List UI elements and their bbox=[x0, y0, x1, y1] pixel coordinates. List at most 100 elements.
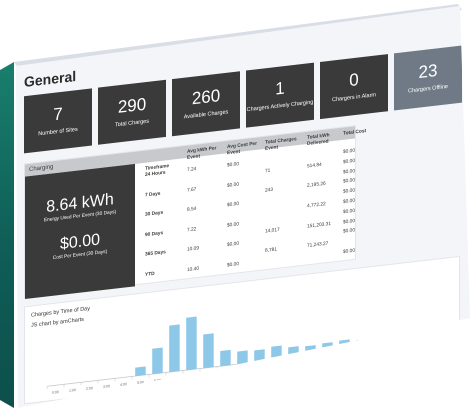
table-cell-cost: $0.00 bbox=[343, 228, 356, 236]
chart-bar[interactable] bbox=[135, 366, 146, 377]
chart-bar[interactable] bbox=[237, 350, 248, 365]
x-tick-label: 13:00 bbox=[272, 364, 281, 369]
x-tick-label: 4:00 bbox=[120, 382, 127, 387]
table-cell-cost: $0.00 bbox=[343, 208, 356, 216]
table-cell-cost: $0.00 bbox=[343, 148, 356, 156]
tile-chargers-actively-charging[interactable]: 1 Chargers Actively Charging bbox=[246, 62, 314, 128]
x-tick-label: 18:00 bbox=[357, 355, 366, 360]
table-cell-avg-kwh: 8.54 bbox=[187, 207, 197, 214]
chart-bar[interactable] bbox=[288, 346, 299, 359]
table-cell-avg-cost: $0.00 bbox=[227, 202, 240, 209]
tile-total-charges[interactable]: 290 Total Charges bbox=[98, 79, 166, 145]
x-tick-label: 9:00 bbox=[205, 372, 212, 377]
table-cell-timeframe: 90 Days bbox=[145, 230, 164, 239]
chart-bar[interactable] bbox=[441, 334, 452, 341]
chart-bar[interactable] bbox=[254, 349, 265, 363]
table-cell-cost: $0.00 bbox=[343, 168, 356, 176]
table-column-header: Avg kWh Per Event bbox=[187, 146, 217, 161]
x-tick-label: 3:00 bbox=[103, 384, 110, 389]
chart-bar[interactable] bbox=[373, 338, 384, 349]
x-tick-label: 16:00 bbox=[323, 358, 332, 363]
chart-bar[interactable] bbox=[339, 339, 350, 353]
table-cell-charges: 243 bbox=[265, 188, 274, 195]
table-cell-avg-kwh: 7.67 bbox=[187, 187, 197, 194]
table-cell-cost: $0.00 bbox=[343, 218, 356, 226]
table-column-header: Total Cost bbox=[343, 129, 367, 137]
table-cell-cost: $0.00 bbox=[343, 198, 356, 206]
tile-value: 0 bbox=[349, 69, 359, 91]
table-cell-kwh: 71,243.27 bbox=[307, 241, 329, 250]
chart-bar[interactable] bbox=[152, 347, 163, 375]
table-cell-avg-cost: $0.00 bbox=[227, 182, 240, 189]
table-cell-avg-kwh: 10.09 bbox=[187, 246, 200, 254]
table-cell-cost: $0.00 bbox=[343, 248, 356, 256]
tile-value: 290 bbox=[117, 94, 147, 117]
chart-bar[interactable] bbox=[271, 345, 282, 361]
x-tick-label: 23:00 bbox=[442, 345, 451, 350]
table-cell-avg-kwh: 7.22 bbox=[187, 227, 197, 234]
page-title: General bbox=[24, 67, 77, 91]
table-cell-kwh: 4,772.22 bbox=[307, 202, 326, 210]
charging-table: Timeframe Avg kWh Per Event Avg Cost Per E… bbox=[137, 126, 366, 286]
x-axis-line bbox=[47, 338, 455, 387]
chart-bar[interactable] bbox=[390, 336, 401, 347]
x-tick-label: 15:00 bbox=[306, 360, 315, 365]
chart-bar[interactable] bbox=[169, 324, 180, 373]
table-cell-cost: $0.00 bbox=[343, 188, 356, 196]
table-cell-avg-kwh: 10.40 bbox=[187, 266, 200, 274]
charging-card: Charging 8.64 kWh Energy Used Per Event … bbox=[24, 125, 366, 300]
table-column-header: Avg Cost Per Event bbox=[227, 141, 257, 156]
x-tick-label: 2:00 bbox=[86, 386, 93, 391]
table-cell-timeframe: 7 Days bbox=[145, 191, 161, 199]
chart-bar[interactable] bbox=[305, 345, 316, 357]
tile-chargers-offline[interactable]: 23 Chargers Offline bbox=[394, 45, 462, 111]
x-tick-label: 14:00 bbox=[289, 362, 298, 367]
x-tick-label: 22:00 bbox=[425, 347, 434, 352]
tile-available-charges[interactable]: 260 Available Charges bbox=[172, 71, 240, 137]
tile-value: 7 bbox=[53, 103, 63, 125]
table-cell-timeframe: 365 Days bbox=[145, 250, 166, 259]
x-tick-label: 6:00 bbox=[154, 378, 161, 383]
table-cell-cost: $0.00 bbox=[343, 158, 356, 166]
tile-number-of-sites[interactable]: 7 Number of Sites bbox=[24, 88, 92, 154]
table-cell-avg-cost: $0.00 bbox=[227, 262, 240, 269]
tile-value: 1 bbox=[275, 78, 285, 99]
x-tick-label: 20:00 bbox=[391, 351, 400, 356]
x-tick-label: 21:00 bbox=[408, 349, 417, 354]
table-cell-timeframe: 30 Days bbox=[145, 210, 164, 219]
tile-chargers-in-alarm[interactable]: 0 Chargers in Alarm bbox=[320, 54, 388, 120]
charging-header: Charging bbox=[29, 164, 54, 174]
x-tick-label: 11:00 bbox=[238, 368, 247, 373]
x-tick-label: 17:00 bbox=[340, 356, 349, 361]
table-cell-avg-cost: $0.00 bbox=[227, 222, 240, 229]
x-tick-label: 12:00 bbox=[255, 366, 264, 371]
table-cell-charges: 14,017 bbox=[265, 227, 280, 235]
x-tick-label: 7:00 bbox=[171, 376, 178, 381]
x-tick-label: 0:00 bbox=[52, 390, 59, 395]
chart-bar[interactable] bbox=[407, 335, 418, 345]
dashboard-screen: General 7 Number of Sites 290 Total Char… bbox=[16, 6, 470, 408]
tile-value: 260 bbox=[191, 85, 221, 109]
table-cell-avg-cost: $0.00 bbox=[227, 162, 240, 169]
table-cell-avg-cost: $0.00 bbox=[227, 242, 240, 249]
table-cell-charges: 71 bbox=[265, 168, 271, 175]
chart-bar[interactable] bbox=[186, 316, 197, 371]
chart-bar[interactable] bbox=[203, 333, 214, 369]
table-cell-timeframe: YTD bbox=[145, 271, 155, 279]
table-cell-timeframe: 24 Hours bbox=[145, 170, 166, 179]
dashboard-scene: General 7 Number of Sites 290 Total Char… bbox=[0, 0, 470, 408]
x-tick-label: 10:00 bbox=[221, 370, 230, 375]
table-cell-kwh: 514.84 bbox=[307, 162, 322, 170]
x-tick-label: 8:00 bbox=[188, 374, 195, 379]
table-cell-charges: 8,781 bbox=[265, 247, 278, 255]
x-tick-label: 5:00 bbox=[137, 380, 144, 385]
table-column-header: Total Charges Event bbox=[265, 137, 297, 152]
table-column-header: Total kWh Delivered bbox=[307, 133, 330, 147]
chart-bar[interactable] bbox=[322, 342, 333, 355]
chart-bar[interactable] bbox=[356, 339, 367, 351]
chart-bar[interactable] bbox=[424, 334, 435, 343]
tile-value: 23 bbox=[418, 60, 438, 83]
chart-bar[interactable] bbox=[220, 349, 231, 367]
dashboard-panel: General 7 Number of Sites 290 Total Char… bbox=[16, 6, 468, 408]
table-cell-cost: $0.00 bbox=[343, 178, 356, 186]
